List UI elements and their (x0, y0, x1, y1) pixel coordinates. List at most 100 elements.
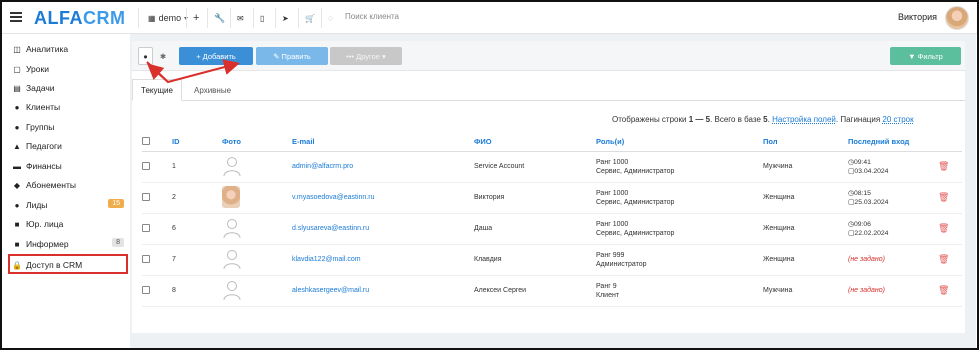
row-checkbox[interactable] (142, 285, 150, 294)
user-photo (222, 185, 240, 208)
other-menu-button[interactable]: ••• Другое ▾ (330, 47, 402, 65)
informer-icon: ■ (14, 239, 20, 249)
column-photo[interactable]: Фото (222, 133, 292, 152)
user-gender: Мужчина (763, 275, 848, 307)
sidebar-item-legal-entities[interactable]: ■ Юр. лица (12, 219, 124, 229)
sidebar-item-informer[interactable]: ■ Информер 8 (12, 238, 124, 249)
user-gender: Женщина (763, 213, 848, 245)
field-settings-link[interactable]: Настройка полей (772, 115, 836, 124)
sidebar-item-leads[interactable]: ● Лиды 15 (12, 199, 124, 210)
chart-icon: ◫ (13, 44, 21, 54)
rows-info: Отображены строки 1 — 5. Всего в базе 5.… (612, 115, 914, 124)
main-area: ● ✱ + Добавить ✎ Править ••• Другое ▾ ▼ … (130, 34, 976, 348)
column-id[interactable]: ID (172, 133, 222, 152)
sidebar-item-tasks[interactable]: ▤ Задачи (12, 83, 124, 93)
sidebar-item-lessons[interactable]: ▢ Уроки (12, 64, 124, 74)
pagination-link[interactable]: 20 строк (882, 115, 913, 124)
informer-count-badge: 8 (112, 238, 124, 247)
tab-archived[interactable]: Архивные (186, 79, 239, 101)
sidebar-item-subscriptions[interactable]: ◆ Абонементы (12, 180, 124, 190)
user-mode-icon[interactable]: ● (138, 47, 153, 65)
user-id: 8 (172, 275, 222, 307)
cart-icon[interactable]: 🛒 (305, 12, 315, 24)
user-id: 7 (172, 244, 222, 276)
logo[interactable]: ALFACRM (34, 8, 126, 29)
search-icon: ○ (328, 13, 334, 23)
phone-icon[interactable]: ▯ (260, 12, 264, 24)
user-full-name: Даша (474, 213, 596, 245)
column-name[interactable]: ФИО (474, 133, 596, 152)
user-email[interactable]: aleshkasergeev@mail.ru (292, 275, 474, 307)
filter-button[interactable]: ▼ Фильтр (890, 47, 961, 65)
plus-icon[interactable]: + (193, 12, 199, 24)
user-placeholder-icon (223, 280, 241, 300)
sidebar-item-clients[interactable]: ● Клиенты (12, 102, 124, 112)
delete-icon[interactable]: 🗑 (938, 223, 949, 233)
column-email[interactable]: E-mail (292, 133, 474, 152)
sidebar: ◫ Аналитика ▢ Уроки ▤ Задачи ● Клиенты ● Груп… (2, 34, 130, 348)
tab-current[interactable]: Текущие (132, 79, 182, 101)
sidebar-item-finance[interactable]: ▬ Финансы (12, 161, 124, 171)
last-login-unset: (не задано) (848, 275, 938, 307)
branch-selector[interactable]: ▦ demo (148, 12, 189, 24)
users-table: ID Фото E-mail ФИО Роль(и) Пол Последний… (142, 133, 962, 307)
sidebar-item-teachers[interactable]: ▲ Педагоги (12, 141, 124, 151)
user-full-name: Service Account (474, 151, 596, 183)
user-id: 2 (172, 182, 222, 214)
user-placeholder-icon (223, 249, 241, 269)
user-id: 1 (172, 151, 222, 183)
user-email[interactable]: admin@alfacrm.pro (292, 151, 474, 183)
money-icon: ▬ (13, 161, 21, 171)
table-row[interactable]: 7 klavdia122@mail.com Клавдия Ранг 999 Ад… (142, 244, 962, 276)
delete-icon[interactable]: 🗑 (938, 254, 949, 264)
highlight-box (8, 254, 128, 274)
user-email[interactable]: v.myasoedova@eastinn.ru (292, 182, 474, 214)
calendar-icon: ▢ (13, 64, 21, 74)
telegram-icon[interactable]: ➤ (282, 12, 289, 24)
table-row[interactable]: 8 aleshkasergeev@mail.ru Алексеи Сергеи … (142, 275, 962, 307)
row-checkbox[interactable] (142, 161, 150, 170)
user-email[interactable]: d.slyusareva@eastinn.ru (292, 213, 474, 245)
sidebar-item-analytics[interactable]: ◫ Аналитика (12, 44, 124, 54)
column-last-login[interactable]: Последний вход (848, 133, 938, 152)
column-gender[interactable]: Пол (763, 133, 848, 152)
user-avatar[interactable] (945, 6, 969, 30)
tasks-icon: ▤ (13, 83, 21, 93)
menu-icon[interactable] (10, 12, 22, 22)
delete-icon[interactable]: 🗑 (938, 161, 949, 171)
row-checkbox[interactable] (142, 192, 150, 201)
table-row[interactable]: 6 d.slyusareva@eastinn.ru Даша Ранг 1000… (142, 213, 962, 245)
wrench-icon[interactable]: 🔧 (214, 12, 225, 24)
row-checkbox[interactable] (142, 254, 150, 263)
delete-icon[interactable]: 🗑 (938, 192, 949, 202)
action-toolbar: ● ✱ + Добавить ✎ Править ••• Другое ▾ ▼ … (132, 41, 965, 71)
select-all-checkbox[interactable] (142, 136, 150, 145)
table-row[interactable]: 1 admin@alfacrm.pro Service Account Ранг… (142, 151, 962, 183)
delete-icon[interactable]: 🗑 (938, 285, 949, 295)
user-id: 6 (172, 213, 222, 245)
edit-button[interactable]: ✎ Править (256, 47, 328, 65)
briefcase-icon: ■ (14, 219, 20, 229)
user-placeholder-icon (223, 156, 241, 176)
user-email[interactable]: klavdia122@mail.com (292, 244, 474, 276)
leads-icon: ● (14, 200, 20, 210)
access-mode-icon[interactable]: ✱ (156, 47, 170, 65)
add-button[interactable]: + Добавить (179, 47, 253, 65)
top-bar: ALFACRM ▦ demo + 🔧 ✉ ▯ ➤ 🛒 ○ Поиск клиент… (2, 2, 977, 34)
group-icon: ● (14, 122, 20, 132)
sidebar-item-groups[interactable]: ● Группы (12, 122, 124, 132)
column-roles[interactable]: Роль(и) (596, 133, 763, 152)
user-name[interactable]: Виктория (898, 12, 937, 22)
search-input[interactable]: Поиск клиента (345, 12, 399, 21)
user-icon: ● (14, 102, 20, 112)
user-gender: Женщина (763, 244, 848, 276)
content-panel: ● ✱ + Добавить ✎ Править ••• Другое ▾ ▼ … (132, 41, 965, 333)
user-full-name: Клавдия (474, 244, 596, 276)
table-row[interactable]: 2 v.myasoedova@eastinn.ru Виктория Ранг … (142, 182, 962, 214)
user-gender: Женщина (763, 182, 848, 214)
row-checkbox[interactable] (142, 223, 150, 232)
user-full-name: Алексеи Сергеи (474, 275, 596, 307)
mail-icon[interactable]: ✉ (237, 12, 244, 24)
building-icon: ▦ (148, 13, 156, 23)
user-gender: Мужчина (763, 151, 848, 183)
